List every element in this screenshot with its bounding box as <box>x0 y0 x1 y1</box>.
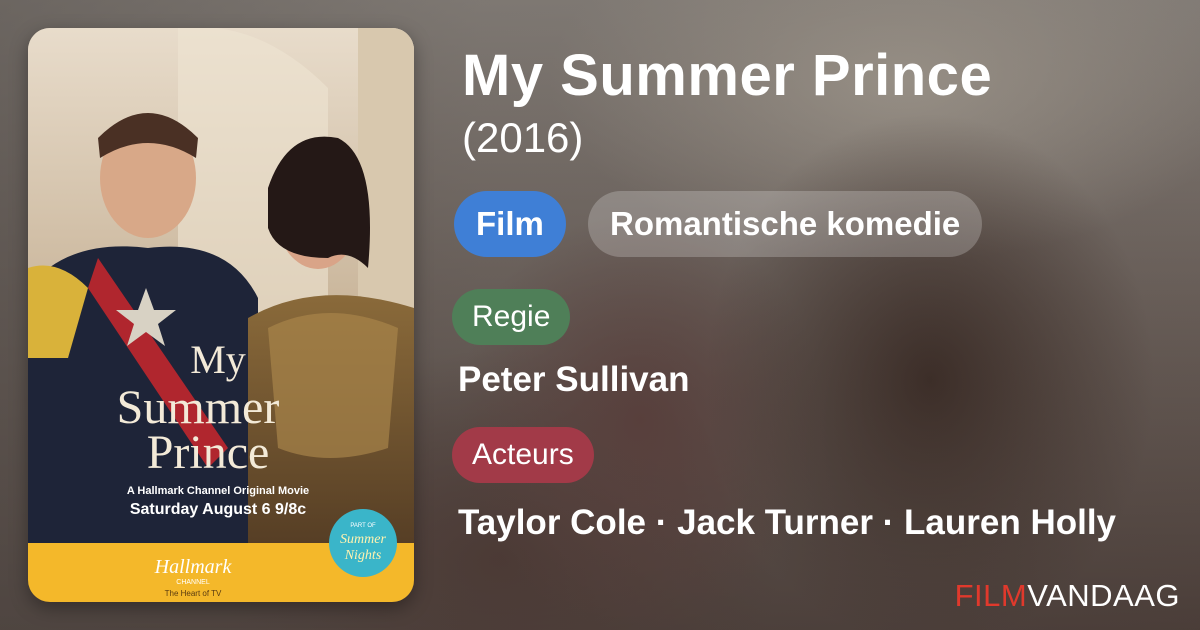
type-tag: Film <box>454 191 566 257</box>
hallmark-slogan: The Heart of TV <box>165 589 222 598</box>
director-label: Regie <box>452 289 571 345</box>
brand-vandaag: VANDAAG <box>1027 578 1180 613</box>
movie-poster: My Summer Prince A Hallmark Channel Orig… <box>28 28 414 602</box>
movie-title: My Summer Prince <box>462 43 993 108</box>
cast-label: Acteurs <box>452 427 594 483</box>
poster-title-line1: My <box>190 337 246 382</box>
badge-part-of: PART OF <box>350 523 376 529</box>
badge-nights: Nights <box>344 548 382 563</box>
poster-airdate: Saturday August 6 9/8c <box>130 501 306 518</box>
cast-names: Taylor Cole · Jack Turner · Lauren Holly <box>458 503 1117 542</box>
poster-title-line3: Prince <box>147 426 270 479</box>
poster-tagline: A Hallmark Channel Original Movie <box>127 485 309 497</box>
genre-tag: Romantische komedie <box>588 191 983 257</box>
hallmark-channel-label: CHANNEL <box>176 579 210 586</box>
hallmark-logo: Hallmark <box>154 556 233 578</box>
movie-year: (2016) <box>462 114 584 161</box>
director-name: Peter Sullivan <box>458 360 690 399</box>
badge-summer: Summer <box>340 532 386 547</box>
brand-film: FILM <box>954 578 1028 613</box>
poster-artwork: My Summer Prince A Hallmark Channel Orig… <box>28 28 414 602</box>
filmvandaag-logo: FILMVANDAAG <box>955 578 1180 614</box>
